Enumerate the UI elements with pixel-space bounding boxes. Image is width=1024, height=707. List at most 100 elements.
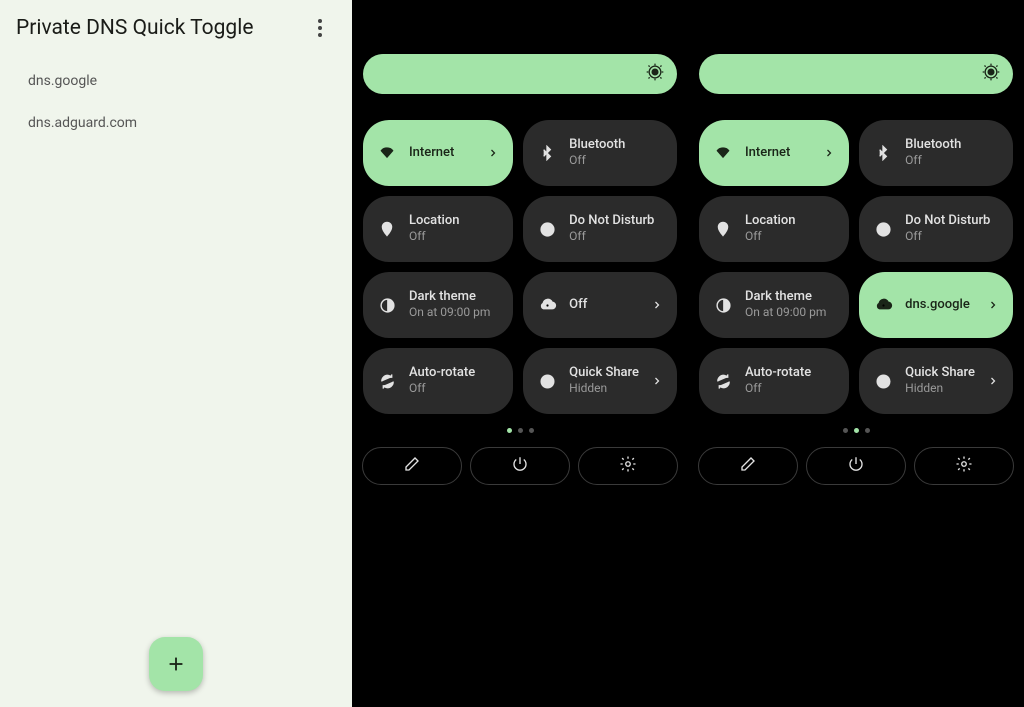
tile-text: Internet bbox=[745, 145, 811, 161]
chevron-right-icon bbox=[987, 296, 999, 315]
cloud-icon bbox=[873, 296, 893, 315]
tile-subtitle: Off bbox=[905, 229, 999, 245]
dot-icon bbox=[318, 33, 322, 37]
dns-list-item[interactable]: dns.google bbox=[0, 60, 352, 102]
tile-text: Quick ShareHidden bbox=[569, 365, 639, 396]
tile-text: Off bbox=[569, 297, 639, 313]
quick-settings-panel: InternetBluetoothOffLocationOffDo Not Di… bbox=[352, 0, 688, 707]
tile-title: Bluetooth bbox=[905, 137, 999, 153]
tile-title: Do Not Disturb bbox=[905, 213, 999, 229]
overflow-menu-button[interactable] bbox=[308, 16, 332, 40]
location-icon bbox=[377, 221, 397, 237]
dark-icon bbox=[377, 297, 397, 314]
power-button[interactable] bbox=[470, 447, 570, 485]
tile-text: Dark themeOn at 09:00 pm bbox=[745, 289, 835, 320]
rotate-icon bbox=[377, 373, 397, 390]
tile-subtitle: Hidden bbox=[569, 381, 639, 397]
page-dot bbox=[865, 428, 870, 433]
tile-title: Dark theme bbox=[409, 289, 499, 305]
location-icon bbox=[713, 221, 733, 237]
wifi-icon bbox=[377, 144, 397, 162]
quick-settings-panel: InternetBluetoothOffLocationOffDo Not Di… bbox=[688, 0, 1024, 707]
qs-tile-cloud[interactable]: dns.google bbox=[859, 272, 1013, 338]
pencil-icon bbox=[739, 455, 757, 477]
tile-title: Dark theme bbox=[745, 289, 835, 305]
app-title: Private DNS Quick Toggle bbox=[16, 16, 253, 40]
tile-subtitle: Off bbox=[745, 381, 835, 397]
qs-footer bbox=[362, 447, 678, 485]
app-header: Private DNS Quick Toggle bbox=[0, 0, 352, 56]
qs-tile-share[interactable]: Quick ShareHidden bbox=[523, 348, 677, 414]
share-icon bbox=[537, 373, 557, 390]
qs-tile-wifi[interactable]: Internet bbox=[363, 120, 513, 186]
edit-button[interactable] bbox=[362, 447, 462, 485]
qs-tile-location[interactable]: LocationOff bbox=[699, 196, 849, 262]
qs-tile-rotate[interactable]: Auto-rotateOff bbox=[363, 348, 513, 414]
bt-icon bbox=[873, 145, 893, 161]
tile-text: Auto-rotateOff bbox=[745, 365, 835, 396]
cloud-icon bbox=[537, 296, 557, 315]
settings-button[interactable] bbox=[914, 447, 1014, 485]
qs-tile-bt[interactable]: BluetoothOff bbox=[523, 120, 677, 186]
share-icon bbox=[873, 373, 893, 390]
quick-settings-area: InternetBluetoothOffLocationOffDo Not Di… bbox=[352, 0, 1024, 707]
qs-tile-dnd[interactable]: Do Not DisturbOff bbox=[523, 196, 677, 262]
chevron-right-icon bbox=[651, 296, 663, 315]
tile-title: Bluetooth bbox=[569, 137, 663, 153]
tile-subtitle: Off bbox=[569, 229, 663, 245]
dns-list-item[interactable]: dns.adguard.com bbox=[0, 102, 352, 144]
tile-text: Dark themeOn at 09:00 pm bbox=[409, 289, 499, 320]
tile-title: Internet bbox=[409, 145, 475, 161]
tile-grid: InternetBluetoothOffLocationOffDo Not Di… bbox=[699, 120, 1013, 414]
qs-tile-wifi[interactable]: Internet bbox=[699, 120, 849, 186]
tile-title: dns.google bbox=[905, 297, 975, 313]
power-button[interactable] bbox=[806, 447, 906, 485]
page-dot bbox=[518, 428, 523, 433]
brightness-slider[interactable] bbox=[699, 54, 1013, 94]
gear-icon bbox=[955, 455, 973, 477]
edit-button[interactable] bbox=[698, 447, 798, 485]
page-dot bbox=[843, 428, 848, 433]
qs-tile-location[interactable]: LocationOff bbox=[363, 196, 513, 262]
tile-title: Quick Share bbox=[905, 365, 975, 381]
tile-text: Internet bbox=[409, 145, 475, 161]
tile-title: Quick Share bbox=[569, 365, 639, 381]
qs-tile-dark[interactable]: Dark themeOn at 09:00 pm bbox=[699, 272, 849, 338]
qs-tile-rotate[interactable]: Auto-rotateOff bbox=[699, 348, 849, 414]
dot-icon bbox=[318, 19, 322, 23]
dark-icon bbox=[713, 297, 733, 314]
power-icon bbox=[511, 455, 529, 477]
tile-subtitle: Off bbox=[409, 229, 499, 245]
qs-tile-cloud[interactable]: Off bbox=[523, 272, 677, 338]
tile-text: dns.google bbox=[905, 297, 975, 313]
tile-subtitle: On at 09:00 pm bbox=[409, 305, 499, 321]
tile-text: BluetoothOff bbox=[569, 137, 663, 168]
chevron-right-icon bbox=[651, 372, 663, 391]
tile-subtitle: Hidden bbox=[905, 381, 975, 397]
tile-subtitle: Off bbox=[409, 381, 499, 397]
bt-icon bbox=[537, 145, 557, 161]
dnd-icon bbox=[873, 221, 893, 238]
qs-tile-share[interactable]: Quick ShareHidden bbox=[859, 348, 1013, 414]
qs-tile-dark[interactable]: Dark themeOn at 09:00 pm bbox=[363, 272, 513, 338]
pencil-icon bbox=[403, 455, 421, 477]
tile-title: Location bbox=[409, 213, 499, 229]
tile-subtitle: Off bbox=[569, 153, 663, 169]
tile-title: Location bbox=[745, 213, 835, 229]
brightness-slider[interactable] bbox=[363, 54, 677, 94]
tile-text: LocationOff bbox=[409, 213, 499, 244]
rotate-icon bbox=[713, 373, 733, 390]
qs-tile-bt[interactable]: BluetoothOff bbox=[859, 120, 1013, 186]
tile-subtitle: Off bbox=[745, 229, 835, 245]
qs-footer bbox=[698, 447, 1014, 485]
chevron-right-icon bbox=[823, 144, 835, 163]
tile-text: BluetoothOff bbox=[905, 137, 999, 168]
plus-icon bbox=[165, 653, 187, 675]
tile-text: LocationOff bbox=[745, 213, 835, 244]
add-dns-fab[interactable] bbox=[149, 637, 203, 691]
tile-subtitle: On at 09:00 pm bbox=[745, 305, 835, 321]
settings-button[interactable] bbox=[578, 447, 678, 485]
qs-tile-dnd[interactable]: Do Not DisturbOff bbox=[859, 196, 1013, 262]
dot-icon bbox=[318, 26, 322, 30]
tile-grid: InternetBluetoothOffLocationOffDo Not Di… bbox=[363, 120, 677, 414]
